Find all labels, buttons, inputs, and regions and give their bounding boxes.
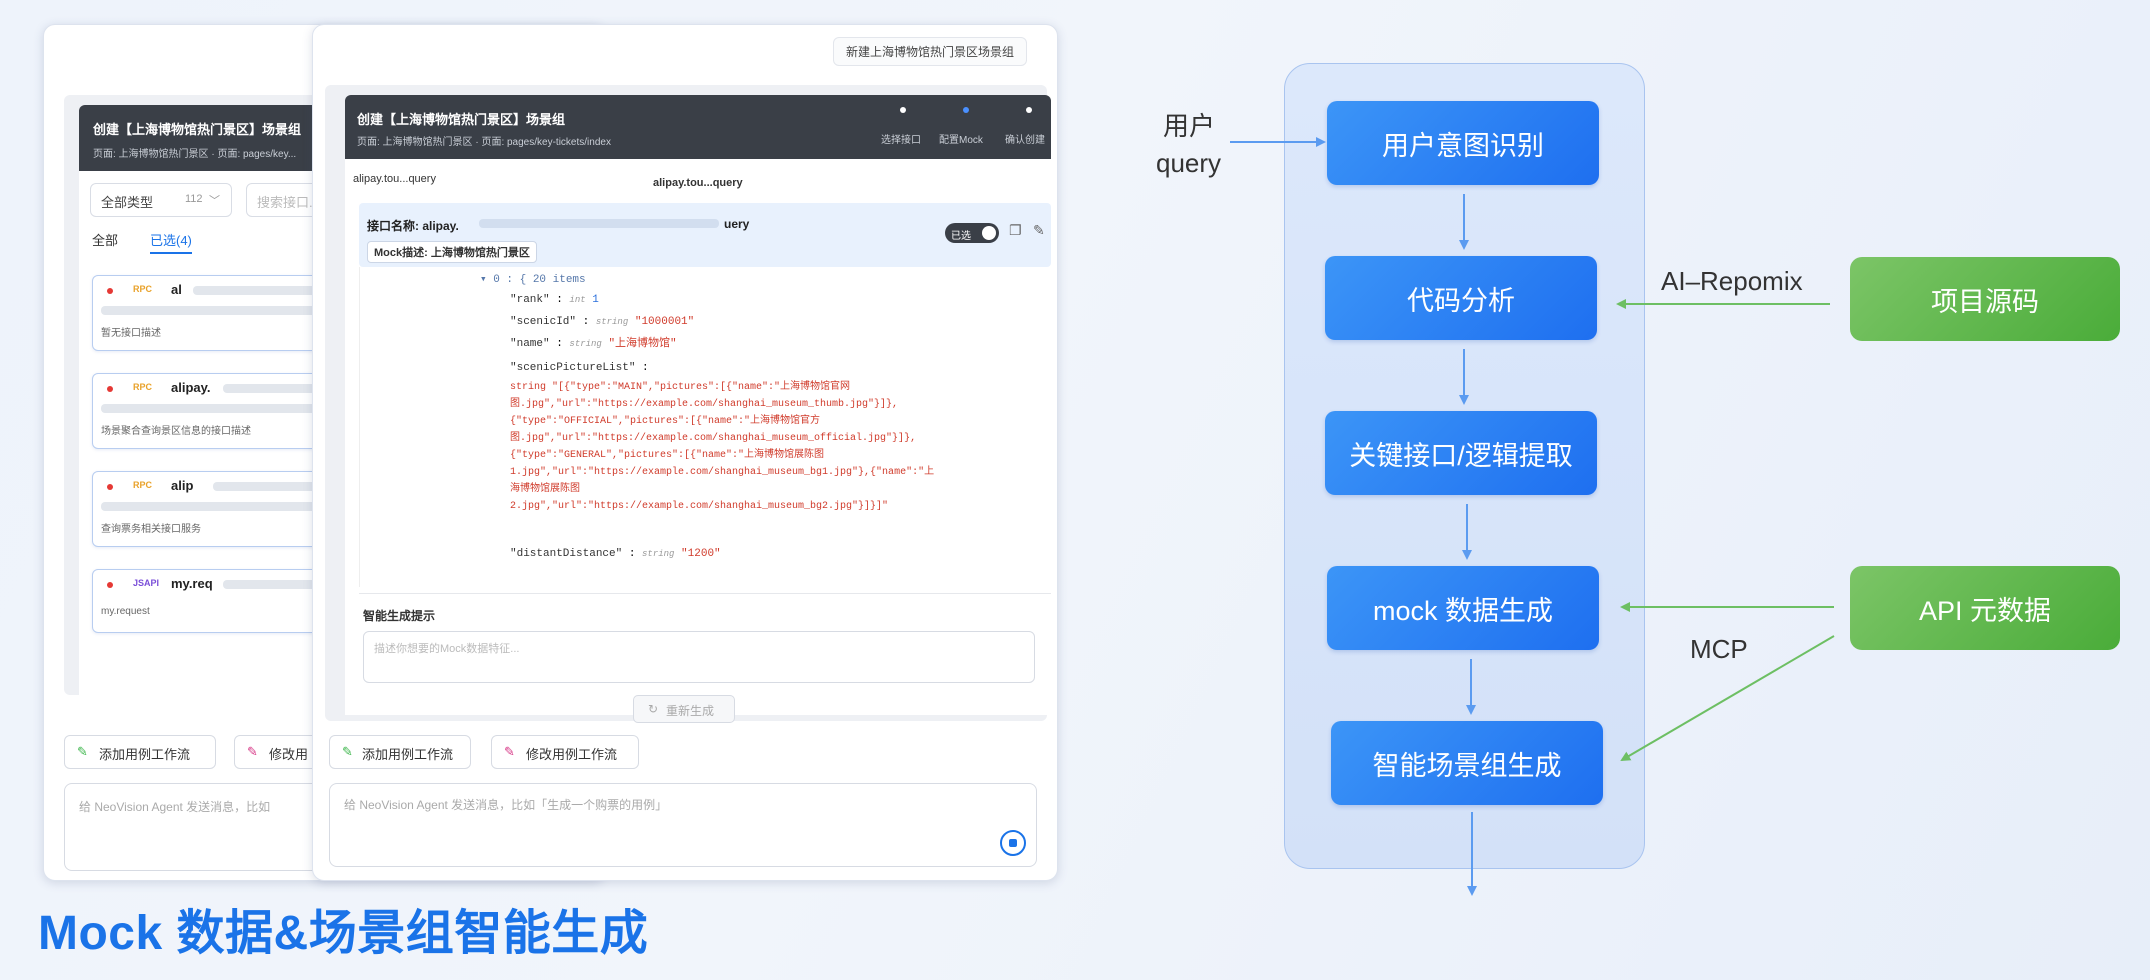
node-extract: 关键接口/逻辑提取 bbox=[1325, 411, 1597, 495]
node-api-meta: API 元数据 bbox=[1850, 566, 2120, 650]
node-code-analysis: 代码分析 bbox=[1325, 256, 1597, 340]
label-query: query bbox=[1156, 148, 1222, 178]
node-scene: 智能场景组生成 bbox=[1331, 721, 1603, 805]
label-repomix: AI–Repomix bbox=[1661, 266, 1803, 296]
diagram-arrows bbox=[1230, 137, 1835, 896]
node-intent: 用户意图识别 bbox=[1327, 101, 1599, 185]
node-project-source: 项目源码 bbox=[1850, 257, 2120, 341]
node-mock: mock 数据生成 bbox=[1327, 566, 1599, 650]
label-mcp: MCP bbox=[1690, 634, 1748, 664]
label-user: 用户 bbox=[1163, 111, 1216, 141]
